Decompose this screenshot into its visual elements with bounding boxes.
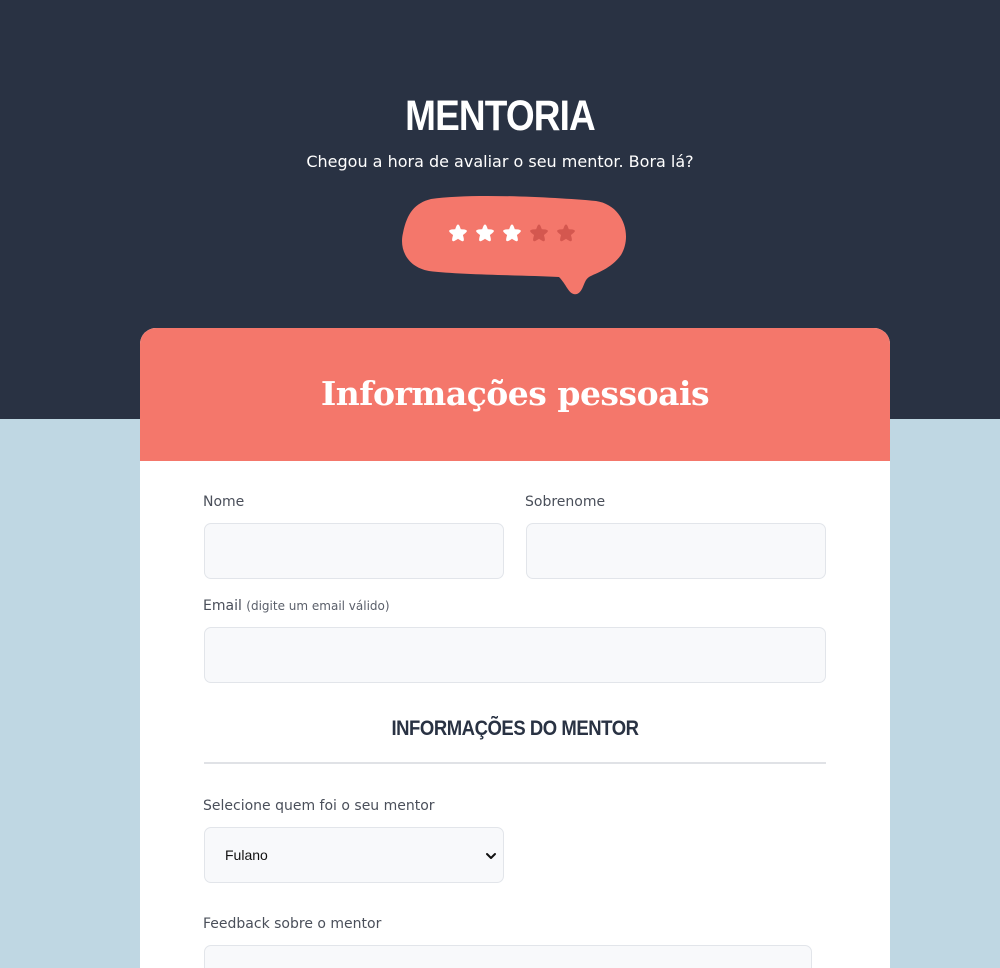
star-icon[interactable] <box>473 222 497 246</box>
star-icon[interactable] <box>500 222 524 246</box>
mentor-select-value: Fulano <box>225 847 268 863</box>
last-name-field[interactable] <box>526 523 826 579</box>
chevron-down-icon <box>486 853 496 859</box>
first-name-label: Nome <box>203 494 245 510</box>
first-name-field[interactable] <box>204 523 504 579</box>
page-title: MENTORIA <box>405 92 596 140</box>
email-label-text: Email <box>203 598 242 614</box>
mentor-select[interactable]: Fulano <box>204 827 504 883</box>
star-rating[interactable] <box>446 222 586 250</box>
section-divider <box>204 762 826 764</box>
star-icon[interactable] <box>527 222 551 246</box>
page-subtitle: Chegou a hora de avaliar o seu mentor. B… <box>306 152 694 171</box>
form-card-header: Informações pessoais <box>140 328 890 461</box>
star-icon[interactable] <box>554 222 578 246</box>
mentor-section-title: INFORMAÇÕES DO MENTOR <box>391 717 639 740</box>
form-card: Informações pessoais Nome Sobrenome Emai… <box>140 328 890 968</box>
star-icon[interactable] <box>446 222 470 246</box>
email-label: Email (digite um email válido) <box>203 598 390 614</box>
email-field[interactable] <box>204 627 826 683</box>
email-hint: (digite um email válido) <box>246 599 390 613</box>
feedback-field[interactable] <box>204 945 812 968</box>
last-name-label: Sobrenome <box>525 494 606 510</box>
mentor-select-label: Selecione quem foi o seu mentor <box>203 798 435 814</box>
form-title: Informações pessoais <box>320 374 710 413</box>
feedback-label: Feedback sobre o mentor <box>203 916 382 932</box>
